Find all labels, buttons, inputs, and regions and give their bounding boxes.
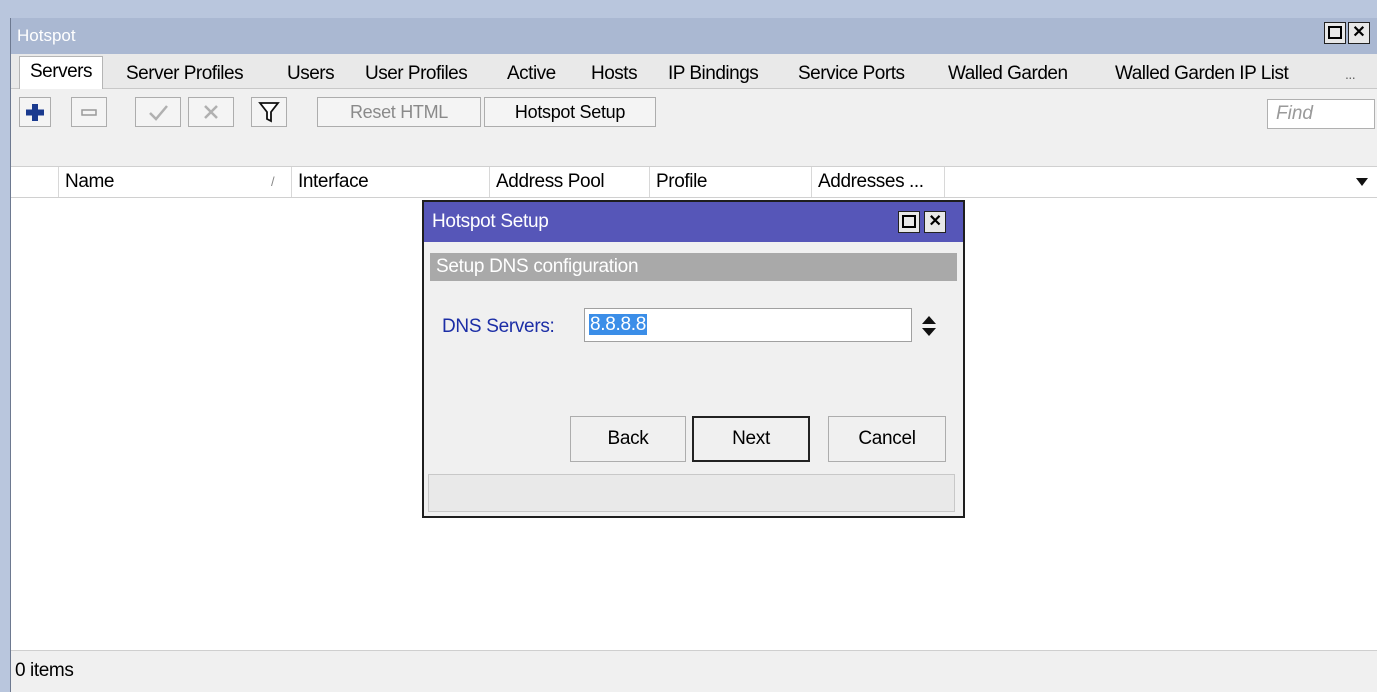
dialog-titlebar[interactable]: Hotspot Setup ✕ bbox=[424, 202, 963, 242]
dialog-status-bar bbox=[428, 474, 955, 512]
column-profile[interactable]: Profile bbox=[650, 167, 812, 197]
tab-hosts[interactable]: Hosts bbox=[591, 60, 638, 88]
dialog-maximize-icon[interactable] bbox=[898, 211, 920, 233]
hotspot-setup-button[interactable]: Hotspot Setup bbox=[484, 97, 656, 127]
sort-indicator: / bbox=[271, 174, 275, 189]
tab-service-ports[interactable]: Service Ports bbox=[798, 60, 905, 88]
cross-icon bbox=[204, 105, 218, 119]
back-button[interactable]: Back bbox=[570, 416, 686, 462]
hotspot-setup-dialog: Hotspot Setup ✕ Setup DNS configuration … bbox=[422, 200, 965, 518]
tab-bar: Servers Server Profiles Users User Profi… bbox=[11, 54, 1377, 89]
dns-servers-label: DNS Servers: bbox=[442, 316, 555, 337]
close-icon[interactable]: ✕ bbox=[1348, 22, 1370, 44]
cancel-button[interactable]: Cancel bbox=[828, 416, 946, 462]
check-icon bbox=[149, 105, 168, 121]
table-header: Name / Interface Address Pool Profile Ad… bbox=[11, 166, 1377, 198]
up-down-arrow-icon[interactable] bbox=[920, 314, 938, 338]
remove-button[interactable] bbox=[71, 97, 107, 127]
status-bar: 0 items bbox=[11, 650, 1377, 692]
tab-users[interactable]: Users bbox=[287, 60, 335, 88]
dialog-close-icon[interactable]: ✕ bbox=[924, 211, 946, 233]
dns-servers-value: 8.8.8.8 bbox=[589, 314, 648, 335]
enable-button[interactable] bbox=[135, 97, 181, 127]
tab-ip-bindings[interactable]: IP Bindings bbox=[668, 60, 759, 88]
column-menu-icon[interactable] bbox=[1355, 177, 1369, 187]
column-addresses[interactable]: Addresses ... bbox=[812, 167, 945, 197]
column-interface[interactable]: Interface bbox=[292, 167, 490, 197]
step-title: Setup DNS configuration bbox=[430, 253, 957, 281]
filter-icon bbox=[258, 102, 280, 123]
column-address-pool[interactable]: Address Pool bbox=[490, 167, 650, 197]
tab-server-profiles[interactable]: Server Profiles bbox=[126, 60, 244, 88]
item-count: 0 items bbox=[15, 660, 74, 681]
plus-icon bbox=[26, 104, 44, 121]
tab-walled-garden[interactable]: Walled Garden bbox=[948, 60, 1068, 88]
window-titlebar[interactable]: Hotspot ✕ bbox=[11, 18, 1377, 54]
tab-servers[interactable]: Servers bbox=[19, 56, 103, 89]
window-title: Hotspot bbox=[17, 26, 76, 45]
find-input[interactable]: Find bbox=[1267, 99, 1375, 129]
tab-walled-garden-ip-list[interactable]: Walled Garden IP List bbox=[1115, 60, 1289, 88]
toolbar: Reset HTML Hotspot Setup Find bbox=[11, 89, 1377, 133]
row-selector-column bbox=[11, 167, 59, 197]
add-button[interactable] bbox=[19, 97, 51, 127]
minus-icon bbox=[81, 109, 97, 116]
maximize-icon[interactable] bbox=[1324, 22, 1346, 44]
tab-more[interactable]: ... bbox=[1345, 60, 1356, 88]
column-name[interactable]: Name / bbox=[59, 167, 292, 197]
next-button[interactable]: Next bbox=[692, 416, 810, 462]
tab-active[interactable]: Active bbox=[507, 60, 556, 88]
column-name-label: Name bbox=[65, 171, 115, 192]
reset-html-button[interactable]: Reset HTML bbox=[317, 97, 481, 127]
dialog-title: Hotspot Setup bbox=[432, 211, 549, 232]
disable-button[interactable] bbox=[188, 97, 234, 127]
dns-servers-input[interactable]: 8.8.8.8 bbox=[584, 308, 912, 342]
filter-button[interactable] bbox=[251, 97, 287, 127]
tab-user-profiles[interactable]: User Profiles bbox=[365, 60, 468, 88]
